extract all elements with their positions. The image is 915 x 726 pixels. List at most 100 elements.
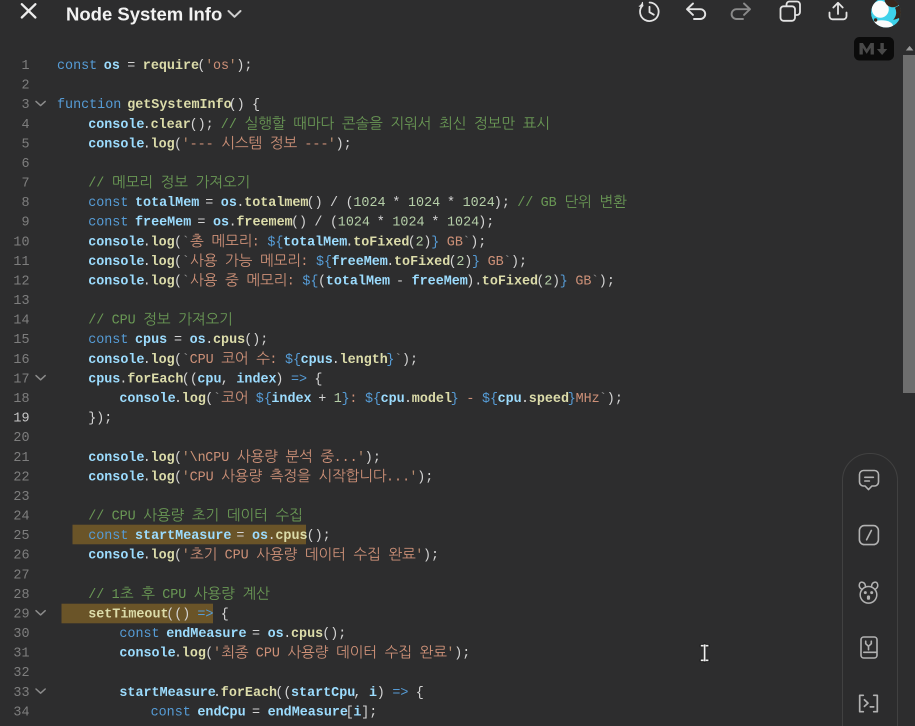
svg-text:toFixed: toFixed (353, 235, 409, 250)
svg-text:CPU: CPU (256, 647, 280, 662)
svg-text:log: log (151, 255, 175, 270)
svg-text:forEach: forEach (221, 686, 277, 701)
svg-text::: : (287, 275, 295, 290)
svg-text:): ) (275, 372, 283, 387)
svg-text:`: ` (182, 275, 190, 290)
svg-text:log: log (182, 392, 206, 407)
svg-text:);: ); (599, 275, 615, 290)
svg-text:);: ); (470, 235, 486, 250)
svg-text:endCpu: endCpu (197, 705, 245, 720)
svg-text:+: + (318, 392, 326, 407)
svg-text:28: 28 (13, 588, 29, 603)
svg-text:((: (( (182, 372, 198, 387)
svg-text:=: = (236, 529, 244, 544)
svg-text:2: 2 (21, 79, 29, 94)
svg-text:log: log (151, 549, 175, 564)
svg-text:18: 18 (13, 392, 29, 407)
svg-text:23: 23 (13, 490, 29, 505)
svg-text:(): () (229, 98, 245, 113)
svg-text:`: ` (182, 255, 190, 270)
svg-text:console: console (88, 118, 144, 133)
svg-text:totalMem: totalMem (135, 196, 199, 211)
svg-text:console: console (88, 255, 144, 270)
svg-text:endMeasure: endMeasure (166, 627, 246, 642)
svg-text:();: (); (190, 118, 214, 133)
svg-text:();: (); (307, 529, 331, 544)
svg-text:toFixed: toFixed (394, 255, 450, 270)
svg-text:*: * (431, 216, 439, 231)
svg-text:1024: 1024 (447, 216, 479, 231)
svg-text:${: ${ (285, 353, 301, 368)
svg-text:os: os (104, 59, 120, 74)
svg-text:1024: 1024 (353, 196, 385, 211)
svg-text:);: ); (336, 137, 352, 152)
svg-text:GB: GB (447, 235, 463, 250)
svg-text:setTimeout: setTimeout (88, 608, 168, 623)
svg-text:3: 3 (21, 98, 29, 113)
svg-text:CPU: CPU (205, 451, 229, 466)
svg-text:os: os (268, 627, 284, 642)
svg-text:31: 31 (13, 647, 29, 662)
svg-text:cpu: cpu (498, 392, 522, 407)
svg-text:(): () (291, 216, 307, 231)
svg-text:${: ${ (316, 255, 332, 270)
svg-text:);: ); (607, 392, 623, 407)
svg-text:{: { (221, 608, 229, 623)
svg-text:const: const (151, 705, 191, 720)
svg-text::: : (300, 255, 308, 270)
svg-text:CPU: CPU (190, 353, 214, 368)
svg-text:=>: => (197, 608, 213, 623)
svg-text:CPU: CPU (112, 314, 136, 329)
svg-text:index: index (271, 392, 311, 407)
svg-text:freeMem: freeMem (412, 275, 468, 290)
svg-text:();: (); (244, 333, 268, 348)
svg-text:console: console (88, 451, 144, 466)
svg-text:24: 24 (13, 510, 29, 525)
svg-text:1024: 1024 (338, 216, 370, 231)
svg-text:);: ); (402, 353, 418, 368)
svg-text:9: 9 (21, 216, 29, 231)
svg-text:totalMem: totalMem (326, 275, 390, 290)
svg-text:);: ); (454, 647, 470, 662)
svg-text:': ' (182, 549, 190, 564)
svg-text://: // (88, 588, 104, 603)
svg-text:13: 13 (13, 294, 29, 309)
svg-text:);: ); (236, 59, 252, 74)
svg-text:cpus: cpus (301, 353, 333, 368)
svg-text:();: (); (322, 627, 346, 642)
svg-text:cpus: cpus (135, 333, 167, 348)
svg-text:startMeasure: startMeasure (119, 686, 215, 701)
svg-text:4: 4 (21, 118, 29, 133)
svg-text:log: log (151, 275, 175, 290)
svg-text:endMeasure: endMeasure (268, 705, 348, 720)
svg-text:os: os (221, 196, 237, 211)
svg-text:17: 17 (13, 372, 29, 387)
svg-text:console: console (88, 235, 144, 250)
svg-text:console: console (119, 647, 175, 662)
svg-text:25: 25 (13, 529, 29, 544)
svg-text:11: 11 (13, 255, 29, 270)
svg-text://: // (88, 510, 104, 525)
svg-text:console: console (88, 275, 144, 290)
svg-text:`: ` (182, 235, 190, 250)
svg-text:16: 16 (13, 353, 29, 368)
svg-text:cpus: cpus (275, 529, 307, 544)
svg-text:console: console (88, 137, 144, 152)
svg-text:);: ); (365, 451, 381, 466)
svg-text:const: const (88, 529, 128, 544)
svg-text:const: const (88, 333, 128, 348)
svg-text:);: ); (423, 549, 439, 564)
svg-text:const: const (88, 196, 128, 211)
svg-text:*: * (447, 196, 455, 211)
svg-text:os: os (252, 529, 268, 544)
svg-text:model: model (412, 392, 452, 407)
svg-text:startMeasure: startMeasure (135, 529, 231, 544)
svg-text:speed: speed (529, 392, 569, 407)
svg-text:);: ); (417, 470, 433, 485)
svg-text:7: 7 (21, 177, 29, 192)
svg-text:8: 8 (21, 196, 29, 211)
svg-text:*: * (377, 216, 385, 231)
svg-text:${: ${ (482, 392, 498, 407)
svg-text:1: 1 (112, 588, 120, 603)
svg-text:console: console (88, 470, 144, 485)
